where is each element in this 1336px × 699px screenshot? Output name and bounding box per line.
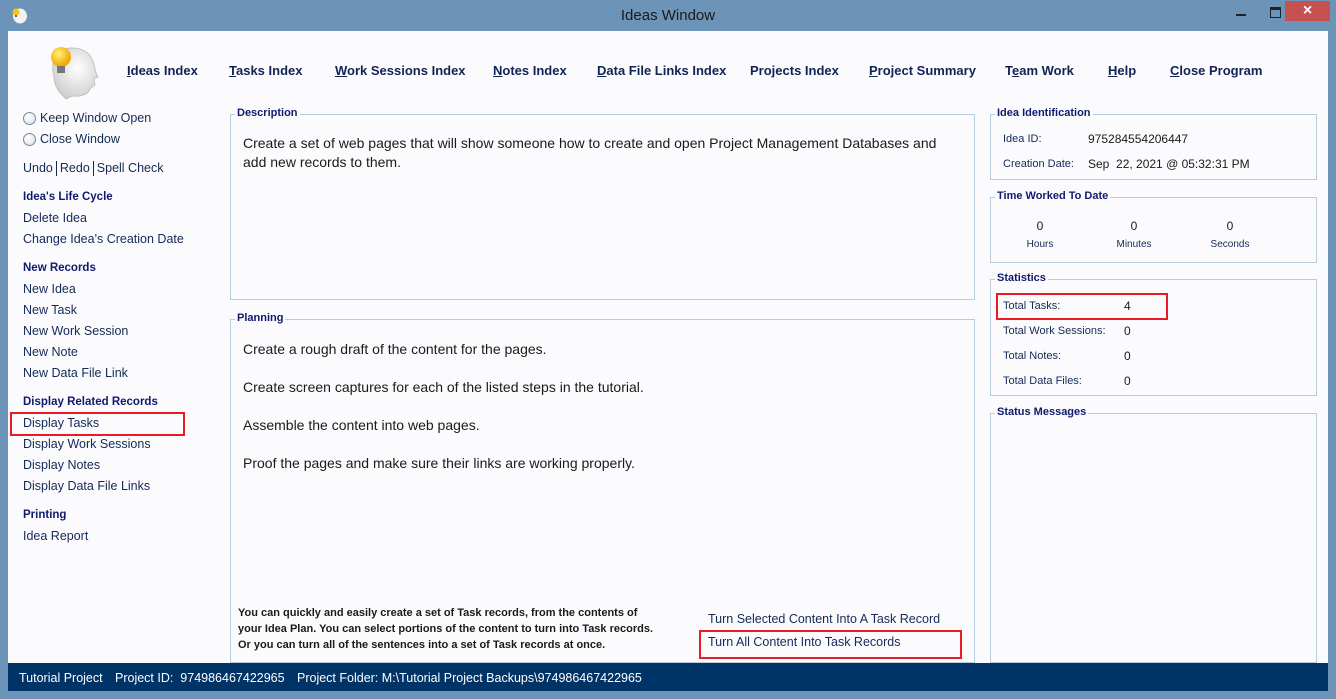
idea-identification-legend: Idea Identification bbox=[995, 107, 1093, 119]
statistics-group: Statistics Total Tasks: 4 Total Work Ses… bbox=[990, 272, 1317, 396]
accelerator-key: e bbox=[1011, 63, 1020, 78]
statistics-legend: Statistics bbox=[995, 272, 1048, 284]
change-creation-date-link[interactable]: Change Idea's Creation Date bbox=[23, 232, 184, 246]
nav-help[interactable]: Help bbox=[1108, 63, 1136, 78]
nav-work-sessions-index[interactable]: Work Sessions Index bbox=[335, 63, 466, 78]
minutes-value: 0 bbox=[1130, 219, 1138, 233]
accelerator-key: T bbox=[229, 63, 236, 78]
idea-identification-group: Idea Identification Idea ID: 97528455420… bbox=[990, 107, 1317, 180]
close-window-radio[interactable] bbox=[23, 133, 36, 146]
new-idea-link[interactable]: New Idea bbox=[23, 282, 76, 296]
time-worked-group: Time Worked To Date 0 Hours 0 Minutes 0 … bbox=[990, 190, 1317, 263]
section-heading-printing: Printing bbox=[23, 509, 67, 521]
status-bar: Tutorial Project Project ID: 97498646742… bbox=[8, 663, 1328, 691]
seconds-label: Seconds bbox=[1210, 239, 1250, 250]
minimize-button[interactable] bbox=[1224, 1, 1258, 23]
edit-toolbar: Undo Redo Spell Check bbox=[23, 161, 164, 177]
display-notes-link[interactable]: Display Notes bbox=[23, 458, 100, 472]
nav-ideas-index[interactable]: Ideas Index bbox=[127, 63, 198, 78]
idea-head-logo-icon bbox=[51, 47, 99, 100]
total-work-sessions-value: 0 bbox=[1124, 324, 1131, 338]
planning-group[interactable]: Planning Create a rough draft of the con… bbox=[230, 312, 975, 663]
accelerator-key: H bbox=[1108, 63, 1118, 78]
close-window-label[interactable]: Close Window bbox=[40, 132, 120, 146]
accelerator-key: W bbox=[335, 63, 348, 78]
accelerator-key: P bbox=[869, 63, 878, 78]
description-group[interactable]: Description Create a set of web pages th… bbox=[230, 107, 975, 300]
creation-date-value: Sep 22, 2021 @ 05:32:31 PM bbox=[1088, 157, 1250, 171]
status-messages-legend: Status Messages bbox=[995, 406, 1089, 418]
status-project-id: Project ID: 974986467422965 bbox=[115, 671, 285, 685]
accelerator-key: N bbox=[493, 63, 503, 78]
hours-value: 0 bbox=[1036, 219, 1044, 233]
total-data-files-value: 0 bbox=[1124, 374, 1131, 388]
description-text[interactable]: Create a set of web pages that will show… bbox=[243, 134, 936, 172]
highlight-box bbox=[10, 412, 185, 436]
accelerator-key: C bbox=[1170, 63, 1180, 78]
description-legend: Description bbox=[235, 107, 300, 119]
turn-selected-content-link[interactable]: Turn Selected Content Into A Task Record bbox=[708, 612, 940, 626]
idea-report-link[interactable]: Idea Report bbox=[23, 529, 88, 543]
delete-idea-link[interactable]: Delete Idea bbox=[23, 211, 87, 225]
nav-projects-index[interactable]: Projects Index bbox=[750, 63, 839, 78]
nav-team-work[interactable]: Team Work bbox=[1005, 63, 1074, 78]
hours-label: Hours bbox=[1026, 239, 1054, 250]
display-work-sessions-link[interactable]: Display Work Sessions bbox=[23, 437, 151, 451]
total-notes-label: Total Notes: bbox=[1003, 350, 1062, 362]
separator bbox=[92, 161, 94, 177]
planning-line[interactable]: Create a rough draft of the content for … bbox=[243, 340, 547, 359]
nav-project-summary[interactable]: Project Summary bbox=[869, 63, 976, 78]
highlight-box bbox=[699, 630, 962, 659]
total-data-files-label: Total Data Files: bbox=[1003, 375, 1082, 387]
planning-hint-text: You can quickly and easily create a set … bbox=[238, 607, 654, 651]
new-task-link[interactable]: New Task bbox=[23, 303, 77, 317]
display-data-file-links-link[interactable]: Display Data File Links bbox=[23, 479, 150, 493]
planning-line[interactable]: Create screen captures for each of the l… bbox=[243, 378, 644, 397]
creation-date-label: Creation Date: bbox=[1003, 158, 1074, 170]
status-project-name: Tutorial Project bbox=[19, 671, 103, 685]
nav-notes-index[interactable]: Notes Index bbox=[493, 63, 567, 78]
accelerator-key: D bbox=[597, 63, 607, 78]
section-heading-display-related: Display Related Records bbox=[23, 396, 158, 408]
window-title: Ideas Window bbox=[620, 7, 716, 24]
idea-id-label: Idea ID: bbox=[1003, 133, 1042, 145]
title-bar: Ideas Window × bbox=[0, 0, 1336, 31]
section-heading-new-records: New Records bbox=[23, 262, 96, 274]
minutes-label: Minutes bbox=[1116, 239, 1152, 250]
new-data-file-link-link[interactable]: New Data File Link bbox=[23, 366, 128, 380]
accelerator-key: I bbox=[127, 63, 131, 78]
seconds-value: 0 bbox=[1226, 219, 1234, 233]
nav-close-program[interactable]: Close Program bbox=[1170, 63, 1262, 78]
planning-line[interactable]: Assemble the content into web pages. bbox=[243, 416, 480, 435]
total-notes-value: 0 bbox=[1124, 349, 1131, 363]
new-work-session-link[interactable]: New Work Session bbox=[23, 324, 128, 338]
undo-link[interactable]: Undo bbox=[23, 161, 53, 175]
close-button[interactable]: × bbox=[1285, 1, 1330, 21]
spell-check-link[interactable]: Spell Check bbox=[97, 161, 164, 175]
separator bbox=[55, 161, 57, 177]
window-client: Ideas Index Tasks Index Work Sessions In… bbox=[8, 31, 1328, 663]
nav-tasks-index[interactable]: Tasks Index bbox=[229, 63, 302, 78]
planning-legend: Planning bbox=[235, 312, 286, 324]
new-note-link[interactable]: New Note bbox=[23, 345, 78, 359]
keep-window-open-radio[interactable] bbox=[23, 112, 36, 125]
section-heading-life-cycle: Idea's Life Cycle bbox=[23, 191, 113, 203]
status-project-folder: Project Folder: M:\Tutorial Project Back… bbox=[297, 671, 642, 685]
idea-id-value: 975284554206447 bbox=[1088, 132, 1189, 146]
redo-link[interactable]: Redo bbox=[60, 161, 90, 175]
total-work-sessions-label: Total Work Sessions: bbox=[1003, 325, 1106, 337]
time-worked-legend: Time Worked To Date bbox=[995, 190, 1111, 202]
highlight-box bbox=[996, 293, 1168, 320]
nav-data-file-links-index[interactable]: Data File Links Index bbox=[597, 63, 726, 78]
planning-line[interactable]: Proof the pages and make sure their link… bbox=[243, 454, 635, 473]
status-messages-group: Status Messages bbox=[990, 406, 1317, 663]
keep-window-open-label[interactable]: Keep Window Open bbox=[40, 111, 151, 125]
